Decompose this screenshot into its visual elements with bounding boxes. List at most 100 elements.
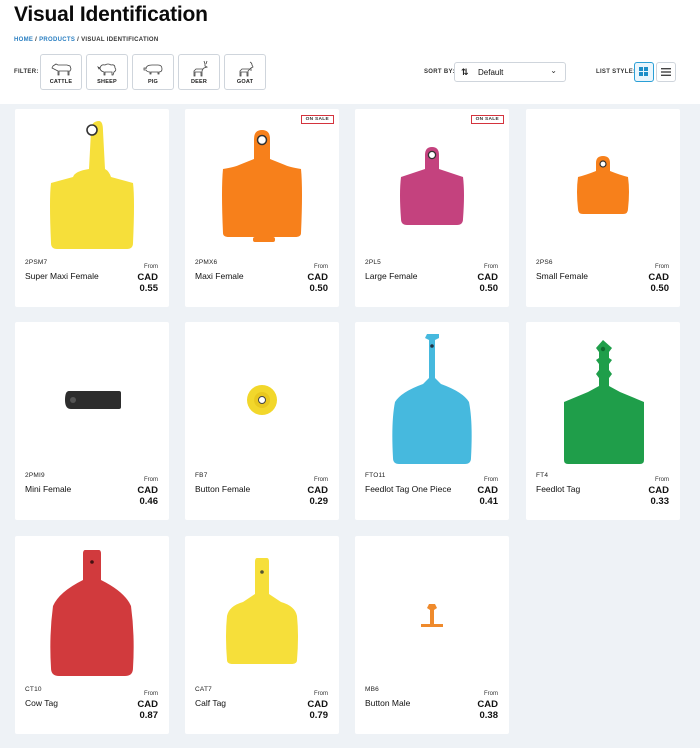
product-sku: CT10 [25,686,42,693]
product-card[interactable]: 2PSM7 Super Maxi Female From CAD 0.55 [15,109,169,307]
product-name[interactable]: Super Maxi Female [25,270,121,283]
product-sku: 2PL5 [365,259,381,266]
product-name[interactable]: Feedlot Tag [536,483,632,496]
product-price: 0.87 [139,710,159,721]
price-currency: CAD [307,272,328,283]
price-currency: CAD [477,699,498,710]
filter-label-text: PIG [147,79,159,85]
breadcrumb: HOME / PRODUCTS / VISUAL IDENTIFICATION [14,37,159,43]
breadcrumb-products[interactable]: PRODUCTS [39,37,75,43]
price-currency: CAD [137,699,158,710]
filter-label-text: GOAT [236,79,254,85]
ear-tag-image [564,340,644,464]
ear-tag-image [400,147,464,225]
filter-group: CATTLE SHEEP PIG DEER GOAT [40,54,266,90]
product-name[interactable]: Small Female [536,270,632,283]
breadcrumb-current: VISUAL IDENTIFICATION [81,37,159,43]
product-card[interactable]: ON SALE 2PMX6 Maxi Female From CAD 0.50 [185,109,339,307]
sort-label: SORT BY: [424,69,455,75]
product-price: 0.41 [479,496,499,507]
cow-icon [51,63,72,76]
grid-icon [639,67,648,76]
product-name[interactable]: Calf Tag [195,697,291,710]
deer-icon [193,60,209,77]
filter-cattle-button[interactable]: CATTLE [40,54,82,90]
top-bar: Visual Identification HOME / PRODUCTS / … [0,0,700,104]
product-price: 0.33 [650,496,670,507]
ear-tag-image [50,550,134,676]
price-currency: CAD [137,272,158,283]
product-name[interactable]: Maxi Female [195,270,291,283]
sheep-icon [97,63,117,76]
ear-tag-image [421,604,443,627]
product-sku: CAT7 [195,686,212,693]
price-currency: CAD [648,485,669,496]
product-card[interactable]: ON SALE 2PL5 Large Female From CAD 0.50 [355,109,509,307]
price-currency: CAD [648,272,669,283]
product-sku: FB7 [195,472,208,479]
product-card[interactable]: FT4 Feedlot Tag From CAD 0.33 [526,322,680,520]
filter-goat-button[interactable]: GOAT [224,54,266,90]
product-name[interactable]: Button Male [365,697,461,710]
page-title: Visual Identification [14,3,208,26]
list-icon [661,68,671,76]
product-sku: 2PMX6 [195,259,218,266]
product-card[interactable]: 2PS6 Small Female From CAD 0.50 [526,109,680,307]
product-card[interactable]: 2PMI9 Mini Female From CAD 0.46 [15,322,169,520]
product-name[interactable]: Large Female [365,270,461,283]
price-currency: CAD [477,272,498,283]
price-prefix: From [655,477,669,483]
product-card[interactable]: CT10 Cow Tag From CAD 0.87 [15,536,169,734]
product-sku: MB6 [365,686,379,693]
product-price: 0.50 [479,283,499,294]
product-price: 0.79 [309,710,329,721]
price-currency: CAD [307,485,328,496]
filter-deer-button[interactable]: DEER [178,54,220,90]
filter-sheep-button[interactable]: SHEEP [86,54,128,90]
price-prefix: From [144,264,158,270]
price-currency: CAD [477,485,498,496]
ear-tag-image [577,156,629,214]
chevron-down-icon: ⌄ [550,66,557,75]
ear-tag-image [226,558,298,664]
pig-icon [143,64,163,75]
filter-label-text: DEER [190,79,208,85]
goat-icon [239,61,254,77]
product-price: 0.29 [309,496,329,507]
price-prefix: From [314,264,328,270]
product-name[interactable]: Button Female [195,483,291,496]
product-card[interactable]: CAT7 Calf Tag From CAD 0.79 [185,536,339,734]
price-currency: CAD [137,485,158,496]
grid-view-button[interactable] [634,62,654,82]
product-price: 0.55 [139,283,159,294]
price-currency: CAD [307,699,328,710]
sort-value: Default [478,68,504,77]
ear-tag-image [222,130,302,242]
price-prefix: From [484,264,498,270]
product-card[interactable]: FB7 Button Female From CAD 0.29 [185,322,339,520]
product-price: 0.38 [479,710,499,721]
product-name[interactable]: Mini Female [25,483,121,496]
price-prefix: From [484,477,498,483]
product-price: 0.50 [650,283,670,294]
filter-pig-button[interactable]: PIG [132,54,174,90]
price-prefix: From [655,264,669,270]
product-card[interactable]: MB6 Button Male From CAD 0.38 [355,536,509,734]
list-style-label: LIST STYLE: [596,69,636,75]
ear-tag-image [65,391,121,409]
sort-order-icon: ⇅ [461,67,469,77]
filter-label-text: CATTLE [49,79,73,85]
sort-select[interactable]: ⇅ Default ⌄ [454,62,566,82]
breadcrumb-home[interactable]: HOME [14,37,33,43]
product-sku: FTO11 [365,472,386,479]
product-price: 0.50 [309,283,329,294]
list-view-button[interactable] [656,62,676,82]
product-sku: 2PS6 [536,259,553,266]
filter-label-text: SHEEP [97,79,117,85]
product-name[interactable]: Cow Tag [25,697,121,710]
ear-tag-image [50,121,134,249]
product-card[interactable]: FTO11 Feedlot Tag One Piece From CAD 0.4… [355,322,509,520]
product-name[interactable]: Feedlot Tag One Piece [365,483,461,496]
price-prefix: From [314,691,328,697]
product-sku: 2PSM7 [25,259,48,266]
